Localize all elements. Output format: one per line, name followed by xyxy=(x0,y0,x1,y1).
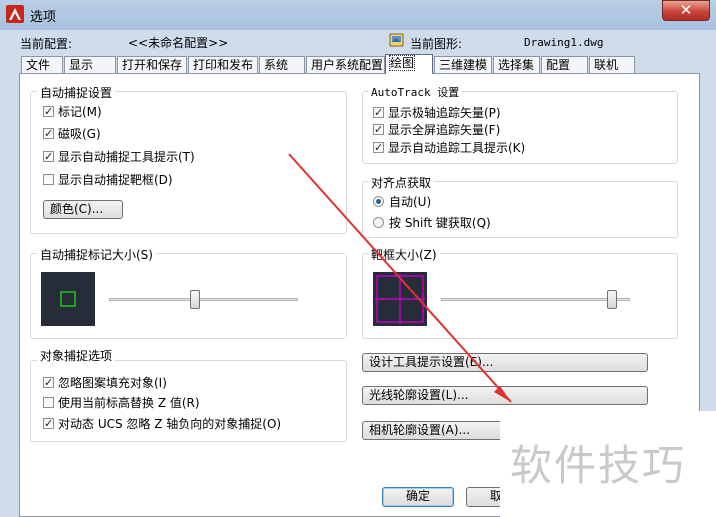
tab-online[interactable]: 联机 xyxy=(589,56,635,73)
drawing-file-icon xyxy=(389,33,404,47)
aperture-preview xyxy=(373,272,427,326)
current-profile-label: 当前配置: xyxy=(20,37,73,51)
tab-user-preferences[interactable]: 用户系统配置 xyxy=(306,56,385,73)
aperture-size-title: 靶框大小(Z) xyxy=(368,246,440,263)
tab-drafting[interactable]: 绘图 xyxy=(385,54,433,74)
autosnap-tooltip-option[interactable]: ✓ 显示自动捕捉工具提示(T) xyxy=(43,148,195,164)
radio-button[interactable] xyxy=(373,195,384,207)
color-button[interactable]: 颜色(C)... xyxy=(43,200,123,219)
ok-button[interactable]: 确定 xyxy=(382,487,454,507)
autotrack-tooltip-option[interactable]: ✓ 显示自动追踪工具提示(K) xyxy=(373,139,525,155)
tab-selection[interactable]: 选择集 xyxy=(493,56,540,73)
close-button[interactable]: ✕ xyxy=(662,0,710,21)
aperture-preview-icon xyxy=(373,272,427,326)
tab-files[interactable]: 文件 xyxy=(21,56,63,73)
autosnap-magnet-option[interactable]: ✓ 磁吸(G) xyxy=(43,125,101,141)
current-drawing-value: Drawing1.dwg xyxy=(524,36,604,49)
ignore-negative-z-option[interactable]: ✓ 对动态 UCS 忽略 Z 轴负向的对象捕捉(O) xyxy=(43,415,281,431)
alignment-shift-option[interactable]: 按 Shift 键获取(Q) xyxy=(373,214,491,230)
marker-size-title: 自动捕捉标记大小(S) xyxy=(37,246,156,263)
tab-open-save[interactable]: 打开和保存 xyxy=(117,56,187,73)
tab-3d-modeling[interactable]: 三维建模 xyxy=(434,56,492,73)
ignore-hatch-option[interactable]: ✓ 忽略图案填充对象(I) xyxy=(43,374,167,390)
marker-preview-icon xyxy=(41,272,95,326)
full-screen-tracking-option[interactable]: ✓ 显示全屏追踪矢量(F) xyxy=(373,121,500,137)
light-glyph-settings-button[interactable]: 光线轮廓设置(L)... xyxy=(362,386,648,405)
checkbox[interactable]: ✓ xyxy=(373,123,384,135)
alignment-automatic-option[interactable]: 自动(U) xyxy=(373,193,431,209)
checkbox[interactable]: ✓ xyxy=(43,127,54,139)
aperture-size-slider[interactable] xyxy=(441,298,630,301)
checkbox[interactable]: ✓ xyxy=(43,417,54,429)
object-snap-options-title: 对象捕捉选项 xyxy=(37,347,116,364)
replace-z-option[interactable]: 使用当前标高替换 Z 值(R) xyxy=(43,394,200,410)
title-bar xyxy=(0,0,716,30)
checkbox[interactable]: ✓ xyxy=(43,376,54,388)
polar-tracking-vector-option[interactable]: ✓ 显示极轴追踪矢量(P) xyxy=(373,104,501,120)
checkbox[interactable]: ✓ xyxy=(373,106,384,118)
autosnap-marker-option[interactable]: ✓ 标记(M) xyxy=(43,103,102,119)
current-drawing-label: 当前图形: xyxy=(410,37,463,51)
checkbox[interactable] xyxy=(43,396,54,408)
window-title: 选项 xyxy=(30,10,57,25)
design-tooltip-settings-button[interactable]: 设计工具提示设置(E)... xyxy=(362,353,648,372)
marker-preview xyxy=(41,272,95,326)
autosnap-settings-title: 自动捕捉设置 xyxy=(37,84,116,101)
autotrack-settings-title: AutoTrack 设置 xyxy=(368,84,463,100)
alignment-point-title: 对齐点获取 xyxy=(368,174,435,191)
watermark-text: 软件技巧 xyxy=(510,441,687,490)
autocad-logo-icon xyxy=(6,5,24,23)
tab-system[interactable]: 系统 xyxy=(259,56,305,73)
marker-size-slider-thumb[interactable] xyxy=(189,290,200,309)
autosnap-aperture-option[interactable]: 显示自动捕捉靶框(D) xyxy=(43,171,173,187)
checkbox[interactable]: ✓ xyxy=(43,150,54,162)
checkbox[interactable]: ✓ xyxy=(373,141,384,153)
tab-display[interactable]: 显示 xyxy=(64,56,116,73)
tab-plot-publish[interactable]: 打印和发布 xyxy=(188,56,258,73)
current-profile-value: <<未命名配置>> xyxy=(128,36,229,50)
tab-profiles[interactable]: 配置 xyxy=(541,56,588,73)
checkbox[interactable] xyxy=(43,173,54,185)
radio-button[interactable] xyxy=(373,216,384,228)
checkbox[interactable]: ✓ xyxy=(43,105,54,117)
aperture-size-slider-thumb[interactable] xyxy=(607,290,618,309)
marker-size-slider[interactable] xyxy=(109,298,298,301)
